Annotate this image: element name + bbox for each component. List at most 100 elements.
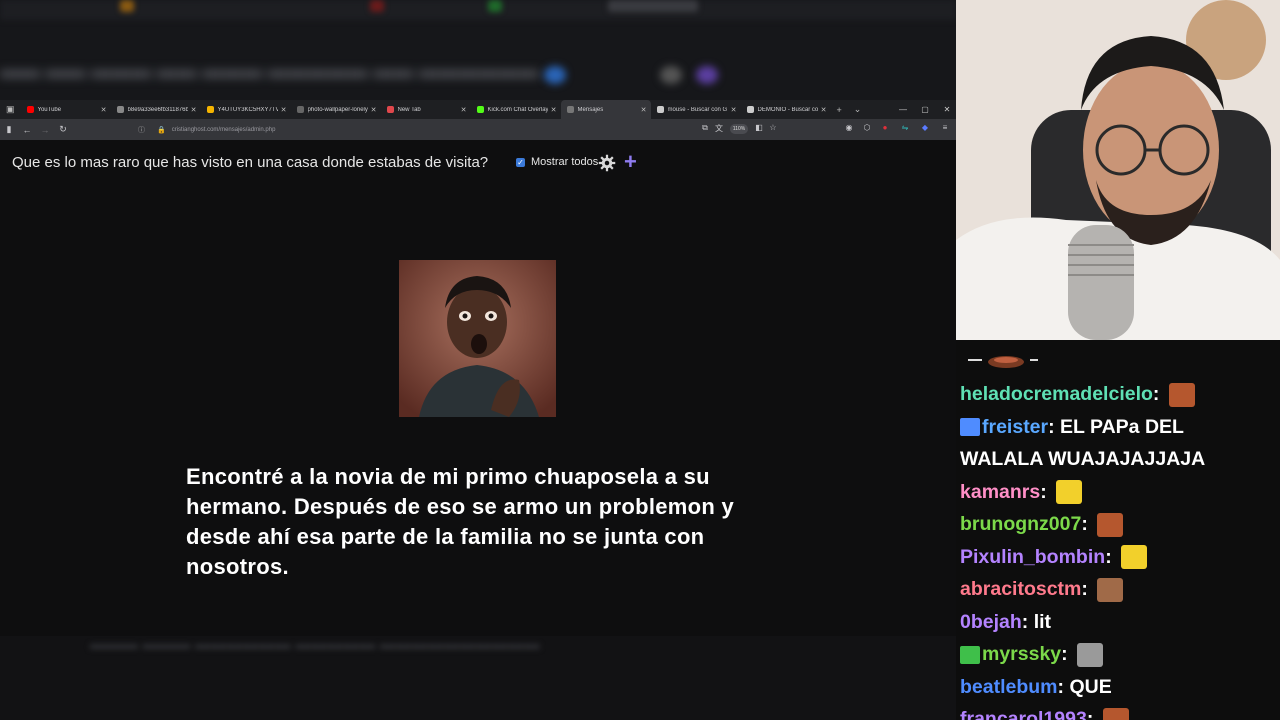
tab-favicon-icon — [566, 106, 574, 113]
menu-icon[interactable]: ≡ — [940, 123, 950, 135]
address-bar[interactable]: ⓘ 🔒 cristianghost.com/mensajes/admin.php — [132, 122, 692, 137]
question-text: Que es lo mas raro que has visto en una … — [12, 154, 489, 171]
url-text[interactable]: cristianghost.com/mensajes/admin.php — [172, 127, 276, 133]
chat-logo-emote — [968, 356, 1038, 368]
chat-separator: : — [1086, 708, 1099, 720]
chat-username[interactable]: brunognz007 — [960, 513, 1081, 535]
browser-tab[interactable]: Mensajes ✕ — [560, 100, 651, 119]
tab-close-icon[interactable]: ✕ — [371, 106, 377, 114]
new-tab-icon[interactable]: + — [831, 105, 848, 115]
chat-username[interactable]: kamanrs — [960, 481, 1040, 503]
stream-chat: heladocremadelcielo: freister: EL PAPa D… — [956, 340, 1280, 720]
chat-separator: : — [1048, 415, 1061, 438]
chat-separator: : — [1057, 675, 1070, 698]
back-icon[interactable]: ← — [18, 125, 36, 135]
browser-tab[interactable]: YouTube ✕ — [21, 100, 111, 119]
tab-label: b8e9a33ee6fb311876b73 — [127, 106, 188, 113]
forward-icon[interactable]: → — [36, 125, 54, 135]
minimize-icon[interactable]: — — [892, 105, 914, 114]
chat-message: myrssky: — [960, 640, 1104, 668]
chat-message: beatlebum: QUE — [960, 673, 1112, 701]
translate-icon[interactable]: 文 — [714, 123, 724, 135]
chat-username[interactable]: Pixulin_bombin — [960, 546, 1105, 568]
chat-username[interactable]: heladocremadelcielo — [960, 383, 1153, 405]
tab-close-icon[interactable]: ✕ — [641, 106, 647, 114]
browser-tab[interactable]: Kick.com Chat Overlay ✕ — [471, 100, 561, 119]
browser-tab[interactable]: mouse - Buscar con G ✕ — [651, 100, 741, 119]
chat-username[interactable]: freister — [982, 416, 1048, 438]
tab-favicon-icon — [296, 106, 304, 113]
zoom-indicator[interactable]: 110% — [730, 124, 748, 134]
sidebar-icon[interactable]: ▮ — [0, 124, 18, 135]
tab-close-icon[interactable]: ✕ — [551, 106, 557, 114]
blurred-icon — [370, 0, 384, 12]
chat-username[interactable]: 0bejah — [960, 611, 1022, 633]
chat-message: 0bejah: lit — [960, 608, 1051, 636]
add-icon[interactable]: + — [624, 151, 644, 173]
sender-avatar-image — [399, 260, 556, 417]
background-desktop: ▬▬ ▬▬ ▬▬▬ ▬▬ ▬▬▬ ▬▬▬▬▬ ▬▬ ▬▬▬▬▬▬ — [0, 0, 956, 100]
webcam-feed — [956, 0, 1280, 340]
tab-label: DEMONIO - Buscar co — [757, 106, 818, 113]
tab-label: YouTube — [37, 106, 62, 113]
chat-text: WALALA WUAJAJAJJAJA — [960, 448, 1206, 470]
extension-teal-icon[interactable]: ⇋ — [900, 123, 910, 135]
chat-emote-icon — [1056, 480, 1083, 505]
show-all-toggle[interactable]: ✓ Mostrar todos — [516, 156, 598, 168]
browser-tab[interactable]: DEMONIO - Buscar co ✕ — [741, 100, 831, 119]
chat-text: lit — [1033, 610, 1052, 633]
background-desktop-bottom: ▬▬▬ ▬▬▬ ▬▬▬▬▬▬ ▬▬▬▬▬ ▬▬▬▬▬▬▬▬▬▬ — [0, 636, 956, 720]
tab-close-icon[interactable]: ✕ — [461, 106, 467, 114]
blurred-icon — [120, 0, 134, 12]
tab-actions-icon[interactable]: ▣ — [0, 104, 21, 115]
chat-message: WALALA WUAJAJAJJAJA — [960, 445, 1205, 473]
browser-tab[interactable]: photo-wallpaper-lonely-a ✕ — [291, 100, 381, 119]
tab-close-icon[interactable]: ✕ — [731, 106, 737, 114]
tab-close-icon[interactable]: ✕ — [281, 106, 287, 114]
blurred-tab — [608, 0, 698, 12]
chat-username[interactable]: francarol1993 — [960, 708, 1087, 720]
tab-label: New Tab — [397, 106, 421, 113]
window-controls: — ▢ ✕ — [892, 100, 958, 119]
screenshot-icon[interactable]: ⧉ — [700, 123, 710, 135]
tab-close-icon[interactable]: ✕ — [821, 106, 827, 114]
tab-favicon-icon — [476, 106, 484, 113]
tab-favicon-icon — [206, 106, 214, 113]
profile-icon[interactable]: ◉ — [844, 123, 854, 135]
browser-tab[interactable]: Y4UTUY3KC5HXY7TV ✕ — [201, 100, 291, 119]
blurred-icon — [544, 66, 566, 84]
maximize-icon[interactable]: ▢ — [914, 105, 936, 114]
blurred-background-text: ▬▬ ▬▬ ▬▬▬ ▬▬ ▬▬▬ ▬▬▬▬▬ ▬▬ ▬▬▬▬▬▬ — [0, 60, 539, 82]
message-text: Encontré a la novia de mi primo chuapose… — [186, 464, 735, 579]
chat-message: kamanrs: — [960, 478, 1083, 506]
puzzle-icon[interactable]: ⬡ — [862, 123, 872, 135]
chat-separator: : — [1061, 643, 1074, 665]
browser-tab[interactable]: New Tab ✕ — [381, 100, 471, 119]
bookmark-star-icon[interactable]: ☆ — [768, 123, 778, 135]
gear-icon[interactable] — [598, 154, 616, 172]
chat-username[interactable]: abracitosctm — [960, 578, 1081, 600]
info-icon[interactable]: ⓘ — [138, 125, 145, 135]
reload-icon[interactable]: ↻ — [54, 124, 72, 135]
list-badge-icon — [960, 418, 980, 437]
chat-separator: : — [1040, 480, 1053, 503]
browser-window: ▣ YouTube✕b8e9a33ee6fb311876b73✕Y4UTUY3K… — [0, 100, 956, 636]
tab-label: Mensajes — [577, 106, 604, 113]
record-icon[interactable]: ● — [880, 123, 890, 135]
tab-close-icon[interactable]: ✕ — [191, 106, 197, 114]
browser-tab[interactable]: b8e9a33ee6fb311876b73✕ — [111, 100, 201, 119]
chat-username[interactable]: beatlebum — [960, 676, 1058, 698]
navigation-bar: ▮ ← → ↻ ⓘ 🔒 cristianghost.com/mensajes/a… — [0, 119, 956, 140]
close-icon[interactable]: ✕ — [936, 105, 958, 114]
checkbox-icon[interactable]: ✓ — [516, 157, 525, 167]
chat-message: freister: EL PAPa DEL — [960, 413, 1184, 441]
chat-separator: : — [1105, 545, 1118, 568]
show-all-label: Mostrar todos — [531, 156, 599, 168]
blurred-icon — [660, 66, 682, 84]
tab-list-icon[interactable]: ⌄ — [848, 104, 868, 115]
tab-close-icon[interactable]: ✕ — [101, 106, 107, 114]
chat-username[interactable]: myrssky — [982, 643, 1061, 665]
extension-blue-icon[interactable]: ◆ — [920, 123, 930, 135]
chat-emote-icon — [1168, 382, 1195, 407]
extension-icon[interactable]: ◧ — [754, 123, 764, 135]
